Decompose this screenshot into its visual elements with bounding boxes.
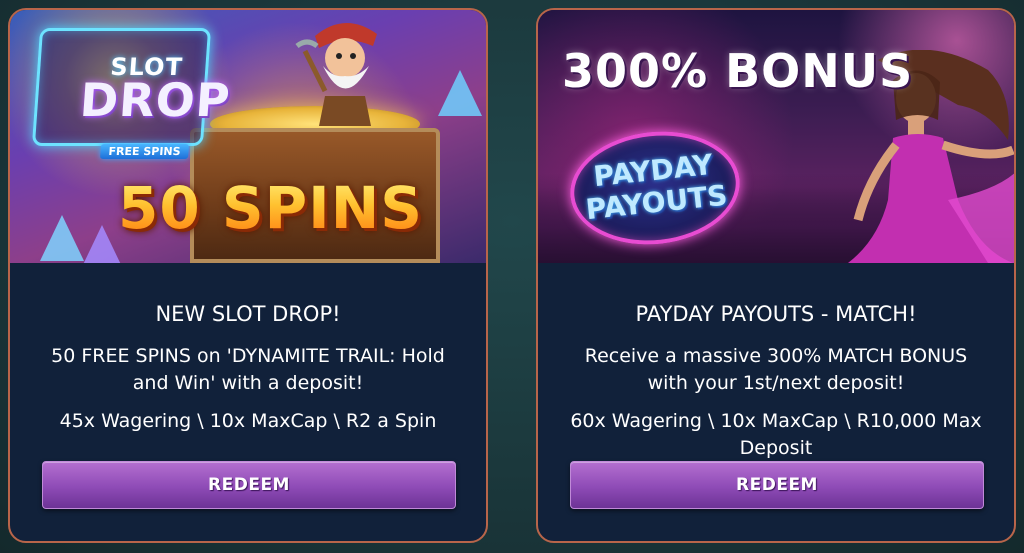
logo-line-2: DROP bbox=[78, 73, 233, 127]
promo-terms: 60x Wagering \ 10x MaxCap \ R10,000 Max … bbox=[570, 410, 982, 459]
promo-title: PAYDAY PAYOUTS - MATCH! bbox=[635, 302, 917, 326]
miner-character-image bbox=[295, 22, 377, 126]
banner-headline: 50 SPINS bbox=[118, 174, 424, 242]
promo-terms: 45x Wagering \ 10x MaxCap \ R2 a Spin bbox=[59, 410, 437, 432]
promo-banner-slot-drop[interactable]: SLOT DROP FREE SPINS 50 SPINS bbox=[10, 10, 486, 263]
promotions-page: SLOT DROP FREE SPINS 50 SPINS NEW SLOT D… bbox=[0, 0, 1024, 553]
promo-card-slot-drop: SLOT DROP FREE SPINS 50 SPINS NEW SLOT D… bbox=[8, 8, 488, 543]
promo-title: NEW SLOT DROP! bbox=[155, 302, 341, 326]
logo-tag: FREE SPINS bbox=[99, 144, 190, 159]
promo-body: PAYDAY PAYOUTS - MATCH! Receive a massiv… bbox=[538, 263, 1014, 541]
promo-description: Receive a massive 300% MATCH BONUS with … bbox=[584, 345, 968, 394]
crystal-decoration bbox=[438, 70, 482, 116]
crystal-decoration bbox=[40, 215, 84, 261]
slot-drop-logo: SLOT DROP FREE SPINS bbox=[31, 28, 232, 159]
promo-banner-payday-payouts[interactable]: 300% BONUS PAYDAY PAYOUTS bbox=[538, 10, 1014, 263]
promo-card-payday-payouts: 300% BONUS PAYDAY PAYOUTS PAYDAY PAYOUTS… bbox=[536, 8, 1016, 543]
redeem-button[interactable]: REDEEM bbox=[570, 461, 984, 509]
promo-description: 50 FREE SPINS on 'DYNAMITE TRAIL: Hold a… bbox=[51, 345, 445, 394]
redeem-button[interactable]: REDEEM bbox=[42, 461, 456, 509]
banner-headline: 300% BONUS bbox=[562, 44, 914, 98]
promo-body: NEW SLOT DROP! 50 FREE SPINS on 'DYNAMIT… bbox=[10, 263, 486, 541]
